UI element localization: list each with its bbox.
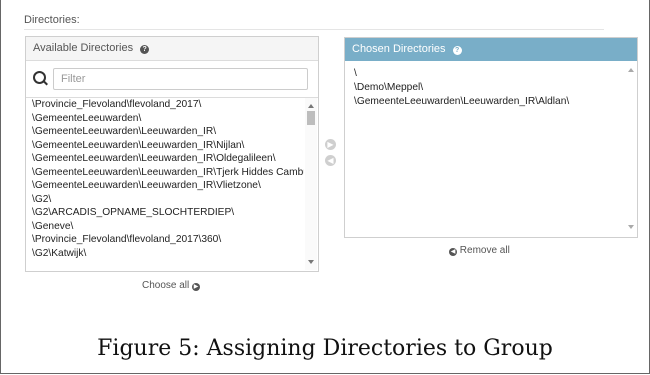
figure-caption: Figure 5: Assigning Directories to Group bbox=[97, 336, 553, 361]
help-icon[interactable]: ? bbox=[140, 45, 150, 54]
filter-input[interactable] bbox=[53, 68, 308, 90]
available-directories-title: Available Directories bbox=[33, 42, 134, 54]
list-item[interactable]: \GemeenteLeeuwarden\Leeuwarden_IR\Tjerk … bbox=[26, 166, 304, 180]
scroll-thumb[interactable] bbox=[307, 111, 315, 125]
list-item[interactable]: \Demo\Meppel\ bbox=[345, 81, 623, 95]
choose-all-icon: ▶ bbox=[192, 283, 201, 291]
choose-all-label: Choose all bbox=[142, 280, 190, 291]
help-icon[interactable]: ? bbox=[452, 46, 462, 55]
choose-all-link[interactable]: Choose all ▶ bbox=[142, 280, 201, 291]
search-icon bbox=[33, 71, 46, 84]
available-directories-list[interactable]: \Provincie_Flevoland\flevoland_2017\ \Gem… bbox=[26, 98, 304, 270]
available-directories-header: Available Directories ? bbox=[26, 37, 318, 61]
list-item[interactable]: \ bbox=[345, 67, 623, 81]
chosen-directories-header: Chosen Directories ? bbox=[345, 38, 637, 61]
chosen-directories-panel: Chosen Directories ? \ \Demo\Meppel\ \Geme… bbox=[344, 37, 638, 238]
available-list-scrollbar[interactable] bbox=[305, 98, 317, 270]
list-item[interactable]: \Provincie_Flevoland\flevoland_2017\ bbox=[26, 98, 304, 112]
chosen-directories-title: Chosen Directories bbox=[352, 43, 446, 55]
list-item[interactable]: \GemeenteLeeuwarden\Leeuwarden_IR\Nijlan… bbox=[26, 139, 304, 153]
divider bbox=[24, 29, 604, 30]
chosen-list-scrollbar[interactable] bbox=[626, 62, 637, 236]
remove-all-label: Remove all bbox=[459, 245, 510, 256]
list-item[interactable]: \GemeenteLeeuwarden\Leeuwarden_IR\Vlietz… bbox=[26, 179, 304, 193]
filter-row bbox=[26, 61, 318, 98]
list-item[interactable]: \GemeenteLeeuwarden\ bbox=[26, 112, 304, 126]
list-item[interactable]: \GemeenteLeeuwarden\Leeuwarden_IR\ bbox=[26, 125, 304, 139]
add-arrow-icon[interactable]: ▶ bbox=[325, 139, 336, 150]
list-item[interactable]: \Provincie_Flevoland\flevoland_2017\360\ bbox=[26, 233, 304, 247]
scroll-down-arrow-icon[interactable] bbox=[308, 260, 314, 264]
list-item[interactable]: \G2\ARCADIS_OPNAME_SLOCHTERDIEP\ bbox=[26, 206, 304, 220]
scroll-down-arrow-icon[interactable] bbox=[628, 225, 634, 229]
remove-arrow-icon[interactable]: ◀ bbox=[325, 155, 336, 166]
list-item[interactable]: \GemeenteLeeuwarden\Leeuwarden_IR\Aldlan… bbox=[345, 95, 623, 109]
list-item[interactable]: \G2\Katwijk\ bbox=[26, 247, 304, 261]
list-item[interactable]: \Geneve\ bbox=[26, 220, 304, 234]
scroll-up-arrow-icon[interactable] bbox=[308, 104, 314, 108]
list-item[interactable]: \GemeenteLeeuwarden\Leeuwarden_IR\Oldega… bbox=[26, 152, 304, 166]
directories-label: Directories: bbox=[24, 14, 80, 26]
available-directories-panel: Available Directories ? \Provincie_Flevo… bbox=[25, 36, 319, 272]
chosen-directories-list[interactable]: \ \Demo\Meppel\ \GemeenteLeeuwarden\Leeuwa… bbox=[345, 67, 623, 109]
scroll-up-arrow-icon[interactable] bbox=[628, 68, 634, 72]
remove-all-link[interactable]: ◀ Remove all bbox=[449, 245, 510, 256]
list-item[interactable]: \G2\ bbox=[26, 193, 304, 207]
remove-all-icon: ◀ bbox=[449, 248, 457, 256]
